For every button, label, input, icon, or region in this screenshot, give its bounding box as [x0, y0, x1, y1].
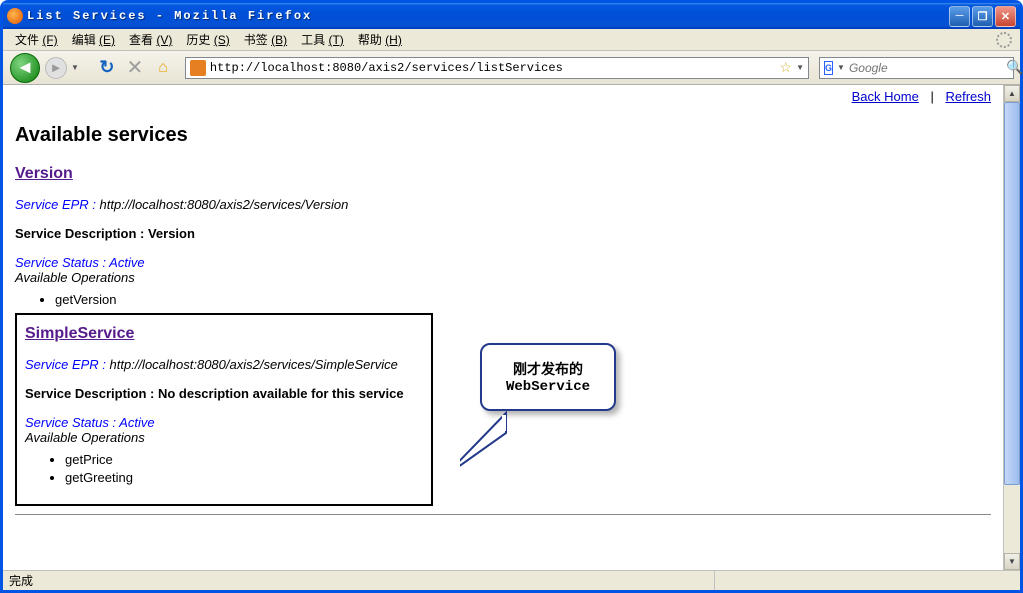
- operation-item: getPrice: [65, 451, 423, 469]
- operation-item: getVersion: [55, 291, 991, 309]
- window-title: List Services - Mozilla Firefox: [27, 9, 949, 23]
- search-bar[interactable]: G ▼ 🔍: [819, 57, 1014, 79]
- menu-view[interactable]: 查看 (V): [125, 29, 176, 50]
- callout-line2: WebService: [492, 379, 604, 395]
- refresh-link[interactable]: Refresh: [945, 89, 991, 104]
- throbber-icon: [996, 32, 1012, 48]
- service-block-simpleservice: SimpleService Service EPR : http://local…: [15, 313, 433, 505]
- status-label: Service Status :: [15, 255, 109, 270]
- status-value: Active: [119, 415, 154, 430]
- url-bar[interactable]: ☆ ▼: [185, 57, 809, 79]
- avail-ops-label: Available Operations: [15, 270, 991, 285]
- url-input[interactable]: [210, 61, 780, 75]
- back-button[interactable]: ◄: [9, 53, 41, 83]
- search-input[interactable]: [849, 61, 1006, 75]
- reload-button[interactable]: ↻: [95, 56, 119, 80]
- search-engine-dropdown-icon[interactable]: ▼: [837, 63, 845, 72]
- menu-tools[interactable]: 工具 (T): [297, 29, 348, 50]
- section-divider: [15, 514, 991, 515]
- search-engine-icon[interactable]: G: [824, 61, 833, 75]
- search-go-icon[interactable]: 🔍: [1006, 59, 1023, 76]
- forward-button[interactable]: ►: [45, 57, 67, 79]
- epr-value: http://localhost:8080/axis2/services/Ver…: [100, 197, 349, 212]
- operations-list: getPrice getGreeting: [65, 451, 423, 487]
- desc-value: No description available for this servic…: [158, 386, 404, 401]
- menu-history[interactable]: 历史 (S): [182, 29, 233, 50]
- page-heading: Available services: [15, 124, 991, 147]
- link-separator: |: [930, 89, 933, 104]
- window-titlebar: List Services - Mozilla Firefox ─ ❐ ✕: [3, 3, 1020, 29]
- operations-list: getVersion: [55, 291, 991, 309]
- minimize-button[interactable]: ─: [949, 6, 970, 27]
- service-name-link[interactable]: Version: [15, 165, 73, 183]
- scroll-thumb[interactable]: [1004, 102, 1020, 485]
- menu-help[interactable]: 帮助 (H): [354, 29, 406, 50]
- status-text: 完成: [9, 572, 714, 589]
- epr-label: Service EPR :: [25, 357, 110, 372]
- menu-file[interactable]: 文件 (F): [11, 29, 62, 50]
- operation-item: getGreeting: [65, 469, 423, 487]
- url-dropdown-icon[interactable]: ▼: [796, 63, 804, 72]
- status-value: Active: [109, 255, 144, 270]
- avail-ops-label: Available Operations: [25, 430, 423, 445]
- desc-label: Service Description :: [25, 386, 158, 401]
- status-bar: 完成: [3, 570, 1020, 590]
- service-block-version: Version Service EPR : http://localhost:8…: [15, 165, 991, 309]
- firefox-icon: [7, 8, 23, 24]
- scroll-up-arrow-icon[interactable]: ▲: [1004, 85, 1020, 102]
- close-button[interactable]: ✕: [995, 6, 1016, 27]
- desc-value: Version: [148, 226, 195, 241]
- desc-label: Service Description :: [15, 226, 148, 241]
- bookmark-star-icon[interactable]: ☆: [780, 59, 793, 76]
- menu-bookmarks[interactable]: 书签 (B): [240, 29, 291, 50]
- scroll-track[interactable]: [1004, 102, 1020, 553]
- status-label: Service Status :: [25, 415, 119, 430]
- navigation-toolbar: ◄ ► ▼ ↻ ✕ ⌂ ☆ ▼ G ▼ 🔍: [3, 51, 1020, 85]
- page-favicon: [190, 60, 206, 76]
- callout-tail-icon: [460, 411, 510, 491]
- scroll-down-arrow-icon[interactable]: ▼: [1004, 553, 1020, 570]
- vertical-scrollbar[interactable]: ▲ ▼: [1003, 85, 1020, 570]
- menu-bar: 文件 (F) 编辑 (E) 查看 (V) 历史 (S) 书签 (B) 工具 (T…: [3, 29, 1020, 51]
- maximize-button[interactable]: ❐: [972, 6, 993, 27]
- back-home-link[interactable]: Back Home: [852, 89, 919, 104]
- menu-edit[interactable]: 编辑 (E): [68, 29, 119, 50]
- epr-value: http://localhost:8080/axis2/services/Sim…: [110, 357, 398, 372]
- status-right-panel: [714, 571, 1014, 590]
- nav-dropdown-icon[interactable]: ▼: [71, 63, 79, 72]
- home-button[interactable]: ⌂: [151, 56, 175, 80]
- stop-button[interactable]: ✕: [123, 56, 147, 80]
- callout-line1: 刚才发布的: [492, 359, 604, 379]
- page-body: Back Home | Refresh Available services V…: [3, 85, 1003, 570]
- annotation-callout: 刚才发布的 WebService: [480, 343, 616, 411]
- service-name-link[interactable]: SimpleService: [25, 325, 134, 343]
- epr-label: Service EPR :: [15, 197, 100, 212]
